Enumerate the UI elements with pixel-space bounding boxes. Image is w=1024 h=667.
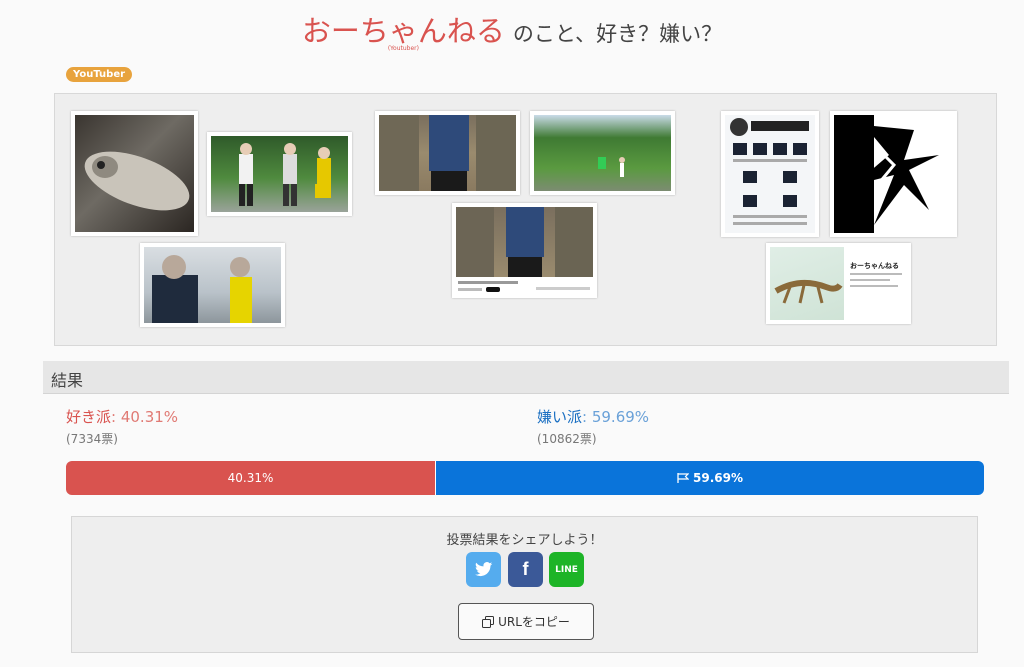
title-channel-name: おーちゃんねる (Youtuber) (301, 8, 505, 52)
result-bar-dislike: 59.69% (436, 461, 984, 495)
facebook-share-button[interactable]: f (508, 552, 543, 587)
lizard-card-title: おーちゃんねる (850, 262, 899, 270)
result-bar-like-text: 40.31% (227, 471, 274, 485)
dislike-percent: 59.69% (591, 408, 650, 426)
title-text: おーちゃんねる (301, 14, 505, 48)
gallery-image-field[interactable] (530, 111, 675, 195)
twitter-share-button[interactable] (466, 552, 501, 587)
like-label: 好き派 (66, 408, 112, 426)
share-title: 投票結果をシェアしよう！ (446, 533, 603, 548)
page-title: おーちゃんねる (Youtuber) のこと、好き？嫌い？ (0, 8, 1024, 52)
like-votes: (7334票) (66, 432, 118, 446)
copy-url-button[interactable]: URLをコピー (458, 603, 594, 640)
copy-url-label: URLをコピー (498, 615, 570, 629)
facebook-icon: f (522, 559, 529, 579)
title-question: のこと、好き？嫌い？ (512, 22, 723, 46)
image-gallery: おーちゃんねる (54, 93, 997, 346)
gallery-image-calligraphy[interactable] (830, 111, 957, 237)
gallery-image-crossed-arms[interactable] (375, 111, 520, 195)
gallery-image-group[interactable] (207, 132, 352, 216)
gallery-image-merch[interactable] (721, 111, 819, 237)
gallery-image-police[interactable] (140, 243, 285, 327)
result-bar-like: 40.31% (66, 461, 437, 495)
dislike-summary: 嫌い派: 59.69% (537, 408, 650, 426)
line-share-button[interactable]: LINE (549, 552, 584, 587)
result-bar: 40.31% 59.69% (66, 461, 984, 495)
share-panel: 投票結果をシェアしよう！ f LINE URLをコピー (71, 516, 978, 653)
like-percent: 40.31% (120, 408, 179, 426)
flag-icon (677, 473, 690, 483)
title-ruby: (Youtuber) (387, 45, 419, 52)
twitter-icon (474, 562, 493, 577)
line-icon: LINE (555, 564, 578, 575)
results-header-label: 結果 (51, 371, 84, 390)
copy-icon (482, 615, 495, 628)
results-header: 結果 (43, 361, 1009, 394)
result-bar-dislike-text: 59.69% (693, 471, 743, 485)
like-summary: 好き派: 40.31% (66, 408, 179, 426)
gallery-image-video[interactable] (452, 203, 597, 298)
category-badge[interactable]: YouTuber (66, 67, 133, 82)
gallery-image-lizard[interactable]: おーちゃんねる (766, 243, 911, 324)
dislike-label: 嫌い派 (537, 408, 583, 426)
gallery-image-fish[interactable] (71, 111, 198, 236)
dislike-votes: (10862票) (537, 432, 597, 446)
